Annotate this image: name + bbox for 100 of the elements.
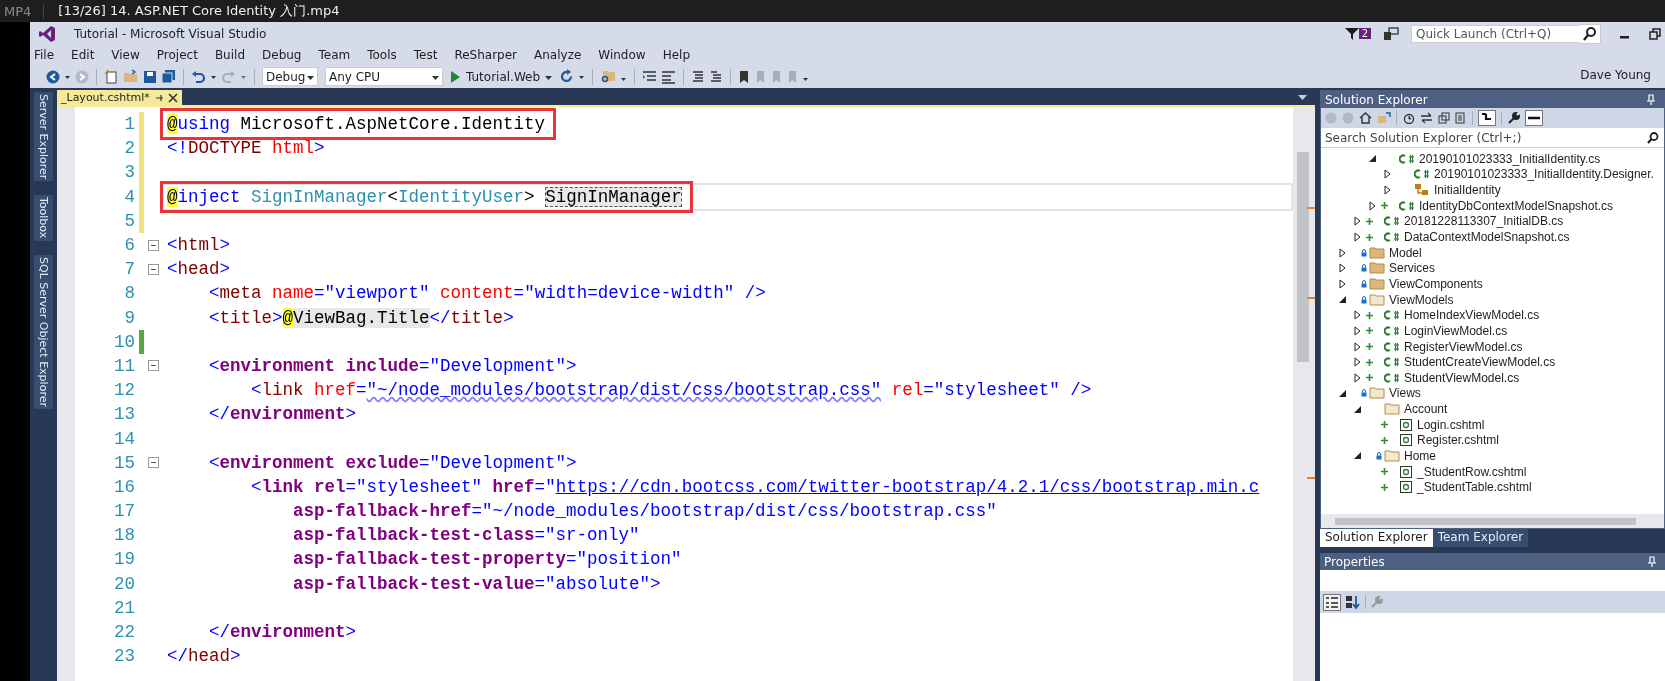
panel-tab[interactable]: Solution Explorer (1320, 529, 1433, 547)
menu-item[interactable]: Test (413, 48, 447, 62)
tree-item[interactable]: Home (1404, 449, 1436, 463)
show-all-files-icon[interactable] (1455, 112, 1467, 124)
menu-item[interactable]: Debug (262, 48, 311, 62)
start-button[interactable]: Tutorial.Web (447, 69, 556, 84)
pin-icon[interactable] (153, 92, 164, 103)
menu-item[interactable]: Analyze (534, 48, 591, 62)
collapse-icon[interactable] (148, 263, 159, 275)
tree-item[interactable]: RegisterViewModel.cs (1404, 339, 1523, 354)
back-icon[interactable] (46, 69, 60, 84)
collapsed-icon[interactable] (1339, 247, 1346, 258)
collapsed-icon[interactable] (1339, 263, 1346, 274)
new-item-icon[interactable] (104, 69, 119, 84)
document-tab[interactable]: _Layout.cshtml* (57, 90, 182, 105)
indent-icon[interactable] (642, 69, 658, 84)
menu-item[interactable]: Window (598, 48, 655, 62)
folder-search-icon[interactable] (600, 69, 617, 84)
menu-item[interactable]: Edit (71, 48, 104, 62)
tree-item[interactable]: InitialIdentity (1434, 183, 1501, 198)
collapsed-icon[interactable] (1339, 278, 1346, 289)
close-icon[interactable] (167, 92, 178, 103)
bookmark-icon[interactable] (738, 69, 751, 84)
side-tab[interactable]: SQL Server Object Explorer (34, 254, 53, 409)
side-tab[interactable]: Server Explorer (34, 92, 53, 182)
history-icon[interactable] (1402, 112, 1415, 124)
platform-dropdown[interactable]: Any CPU (325, 67, 443, 86)
open-folder-icon[interactable] (123, 69, 139, 84)
vertical-scrollbar[interactable] (1293, 107, 1315, 681)
feedback-icon[interactable] (1383, 26, 1399, 41)
dropdown-icon[interactable] (1298, 94, 1307, 101)
tree-item[interactable]: 20190101023333_InitialIdentity.cs (1419, 151, 1601, 166)
menu-item[interactable]: ReSharper (454, 48, 527, 62)
collapsed-icon[interactable] (1354, 310, 1361, 321)
swap-icon[interactable] (1420, 112, 1433, 124)
menu-item[interactable]: File (34, 48, 64, 62)
collapsed-icon[interactable] (1384, 185, 1391, 196)
tree-item[interactable]: HomeIndexViewModel.cs (1404, 308, 1540, 323)
side-tab[interactable]: Toolbox (34, 195, 53, 241)
tree-item[interactable]: 20181228113307_InitialDB.cs (1404, 214, 1564, 229)
user-name[interactable]: Dave Young (1580, 67, 1651, 82)
tree-item[interactable]: Views (1389, 386, 1421, 401)
menu-item[interactable]: Team (318, 48, 360, 62)
horizontal-scrollbar[interactable] (1321, 514, 1664, 528)
tree-item[interactable]: DataContextModelSnapshot.cs (1404, 230, 1570, 244)
tree-item[interactable]: Register.cshtml (1417, 433, 1500, 448)
tree-item[interactable]: Services (1389, 261, 1435, 276)
collapsed-icon[interactable] (1384, 169, 1391, 180)
save-icon[interactable] (143, 69, 157, 84)
tree-item[interactable]: _StudentTable.cshtml (1417, 480, 1532, 495)
menu-item[interactable]: Help (662, 48, 699, 62)
expanded-icon[interactable] (1354, 405, 1361, 413)
panel-tab[interactable]: Team Explorer (1432, 529, 1529, 547)
search-icon[interactable] (1646, 130, 1660, 145)
expanded-icon[interactable] (1354, 452, 1361, 460)
collapsed-icon[interactable] (1354, 341, 1361, 352)
tree-item[interactable]: Login.cshtml (1417, 417, 1485, 432)
home-icon[interactable] (1359, 112, 1372, 124)
tree-item[interactable]: _StudentRow.cshtml (1417, 464, 1527, 479)
comment-icon[interactable] (691, 69, 706, 84)
tree-item[interactable]: StudentCreateViewModel.cs (1404, 355, 1556, 370)
tree-item[interactable]: ViewComponents (1389, 276, 1483, 291)
refresh-icon[interactable] (559, 69, 575, 84)
menu-item[interactable]: Project (156, 48, 207, 62)
tree-item[interactable]: LoginViewModel.cs (1404, 323, 1508, 338)
collapsed-icon[interactable] (1354, 216, 1361, 227)
collapse-icon[interactable] (148, 457, 159, 469)
tree-item[interactable]: ViewModels (1389, 292, 1454, 307)
collapse-all-icon[interactable] (1438, 112, 1450, 124)
categorized-icon[interactable] (1323, 593, 1341, 611)
expanded-icon[interactable] (1369, 155, 1376, 163)
play-icon[interactable] (450, 70, 461, 83)
outdent-icon[interactable] (661, 69, 677, 84)
tree-item[interactable]: StudentViewModel.cs (1404, 370, 1520, 385)
wrench-icon[interactable] (1507, 111, 1520, 125)
filter-icon[interactable] (1344, 26, 1359, 41)
undo-icon[interactable] (191, 69, 206, 84)
menu-item[interactable]: View (111, 48, 149, 62)
collapsed-icon[interactable] (1354, 232, 1361, 242)
hierarchy-icon[interactable] (1478, 110, 1496, 126)
collapse-icon[interactable] (148, 360, 159, 372)
tree-item[interactable]: IdentityDbContextModelSnapshot.cs (1419, 198, 1614, 213)
expanded-icon[interactable] (1339, 296, 1346, 304)
sort-icon[interactable] (1345, 594, 1361, 610)
tree-item[interactable]: Account (1404, 402, 1448, 417)
collapse-icon[interactable] (148, 239, 159, 251)
collapsed-icon[interactable] (1354, 357, 1361, 368)
save-all-icon[interactable] (161, 69, 176, 84)
pin-icon[interactable] (1647, 555, 1657, 568)
collapsed-icon[interactable] (1354, 372, 1361, 383)
uncomment-icon[interactable] (709, 69, 724, 84)
pin-icon[interactable] (1646, 93, 1656, 106)
tree-item[interactable]: Model (1389, 245, 1422, 260)
collapsed-icon[interactable] (1354, 325, 1361, 336)
tree-item[interactable]: 20190101023333_InitialIdentity.Designer. (1434, 167, 1654, 182)
restore-icon[interactable] (1649, 27, 1661, 40)
sync-icon[interactable] (1377, 112, 1391, 124)
menu-item[interactable]: Tools (367, 48, 406, 62)
collapsed-icon[interactable] (1369, 200, 1376, 211)
menu-item[interactable]: Build (214, 48, 254, 62)
